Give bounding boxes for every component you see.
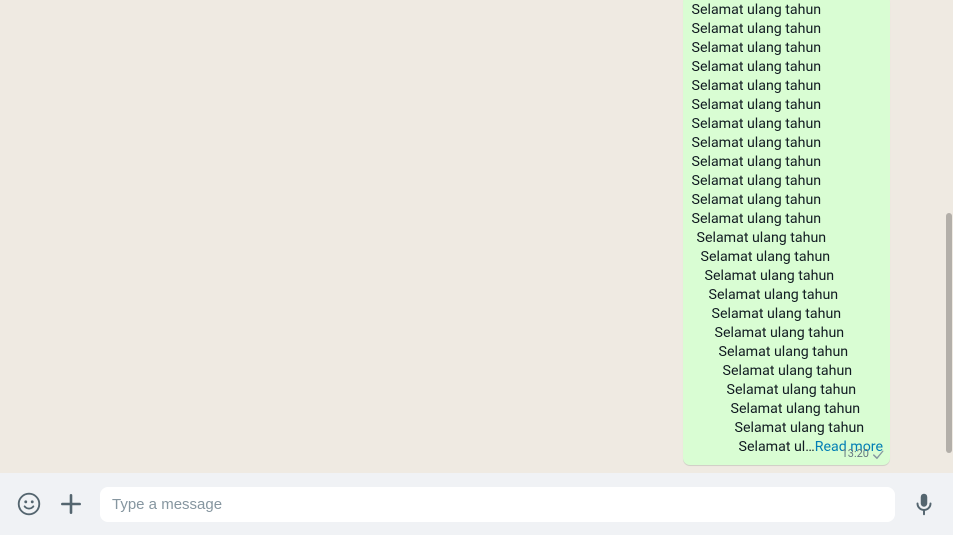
message-line: Selamat ulang tahun	[692, 343, 883, 362]
message-input[interactable]	[112, 496, 883, 513]
message-line: Selamat ulang tahun	[692, 115, 883, 134]
plus-icon[interactable]	[58, 491, 84, 517]
message-line: Selamat ulang tahun	[692, 191, 883, 210]
message-truncated-text: Selamat ul…	[739, 438, 815, 457]
message-line: Selamat ulang tahun	[692, 77, 883, 96]
composer-bar	[0, 473, 953, 535]
mic-icon[interactable]	[911, 491, 937, 517]
message-line: Selamat ulang tahun	[692, 210, 883, 229]
message-line: Selamat ulang tahun	[692, 381, 883, 400]
chat-scroll-area[interactable]: Selamat ulang tahunSelamat ulang tahunSe…	[0, 0, 953, 473]
composer-input-wrap	[100, 487, 895, 522]
scrollbar-track	[945, 0, 953, 473]
message-line: Selamat ulang tahun	[692, 20, 883, 39]
outgoing-message-bubble: Selamat ulang tahunSelamat ulang tahunSe…	[683, 0, 890, 465]
message-line: Selamat ulang tahun	[692, 172, 883, 191]
message-line: Selamat ulang tahun	[692, 134, 883, 153]
message-line: Selamat ulang tahun	[692, 305, 883, 324]
message-line: Selamat ulang tahun	[692, 267, 883, 286]
message-line: Selamat ulang tahun	[692, 39, 883, 58]
message-meta: 13:20	[842, 444, 888, 463]
message-line: Selamat ulang tahun	[692, 419, 883, 438]
message-line: Selamat ulang tahun	[692, 286, 883, 305]
message-line: Selamat ulang tahun	[692, 362, 883, 381]
message-time: 13:20	[842, 444, 869, 463]
message-line: Selamat ulang tahun	[692, 96, 883, 115]
message-line: Selamat ulang tahun	[692, 229, 883, 248]
message-line: Selamat ulang tahun	[692, 1, 883, 20]
scrollbar-thumb[interactable]	[946, 213, 952, 453]
message-line: Selamat ulang tahun	[692, 153, 883, 172]
msg-check-icon	[872, 448, 888, 459]
chat-app: Selamat ulang tahunSelamat ulang tahunSe…	[0, 0, 953, 535]
message-line: Selamat ulang tahun	[692, 248, 883, 267]
message-line: Selamat ulang tahun	[692, 58, 883, 77]
smiley-icon[interactable]	[16, 491, 42, 517]
message-line: Selamat ulang tahun	[692, 400, 883, 419]
message-line: Selamat ulang tahun	[692, 324, 883, 343]
